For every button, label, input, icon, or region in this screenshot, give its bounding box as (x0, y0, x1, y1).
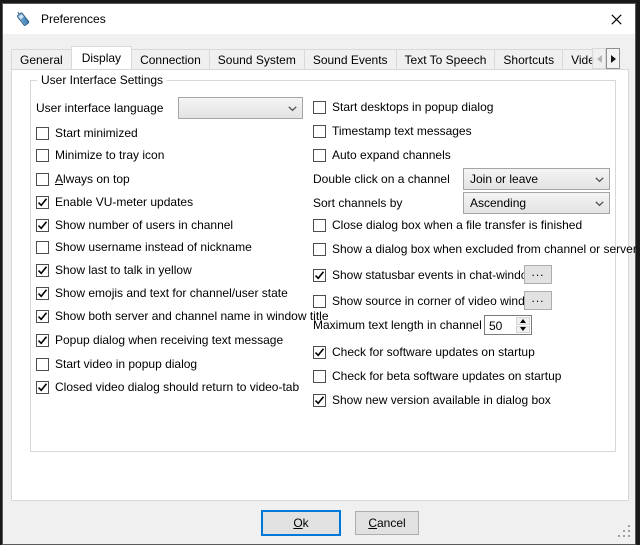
chevron-down-icon (595, 201, 604, 207)
label-auto-expand-channels: Auto expand channels (332, 148, 451, 162)
label-show-statusbar-events-in-chat-window: Show statusbar events in chat-window (332, 268, 536, 282)
tab-panel-display: User Interface Settings User interface l… (11, 69, 629, 501)
tab-sound-events[interactable]: Sound Events (304, 49, 397, 69)
label-check-for-software-updates-on-startup: Check for software updates on startup (332, 345, 535, 359)
tab-scroll-right-button[interactable] (606, 48, 620, 69)
tab-shortcuts[interactable]: Shortcuts (494, 49, 563, 69)
row-maximum-text-length-in-channel-list: Maximum text length in channel list50 (313, 314, 617, 336)
row-double-click-on-a-channel: Double click on a channel Join or leave (313, 168, 617, 190)
checkbox-check-for-beta-software-updates-on-startup[interactable] (313, 370, 326, 383)
spin-up-button[interactable] (516, 317, 530, 325)
checkbox-row-timestamp-text-messages[interactable]: Timestamp text messages (313, 120, 617, 142)
checkbox-show-statusbar-events-in-chat-window[interactable] (313, 269, 326, 282)
titlebar: Preferences (3, 4, 635, 34)
label-double-click-on-a-channel: Double click on a channel (313, 172, 450, 186)
checkbox-show-new-version-available-in-dialog-box[interactable] (313, 394, 326, 407)
arrow-up-icon (520, 319, 526, 323)
checkbox-start-desktops-in-popup-dialog[interactable] (313, 101, 326, 114)
window-title: Preferences (41, 12, 106, 26)
label-timestamp-text-messages: Timestamp text messages (332, 124, 472, 138)
label-sort-channels-by: Sort channels by (313, 196, 402, 210)
arrow-down-icon (520, 327, 526, 331)
checkmark-icon (314, 270, 325, 281)
checkbox-row-show-new-version-available-in-dialog-box[interactable]: Show new version available in dialog box (313, 389, 617, 411)
checkbox-timestamp-text-messages[interactable] (313, 125, 326, 138)
tab-video[interactable]: Video (562, 49, 594, 69)
label-show-a-dialog-box-when-excluded-from-channel-or-server: Show a dialog box when excluded from cha… (332, 242, 637, 256)
tab-scroll-left-button[interactable] (592, 48, 606, 69)
tab-text-to-speech[interactable]: Text To Speech (396, 49, 496, 69)
chevron-left-icon (597, 55, 602, 63)
chevron-right-icon (611, 55, 616, 63)
checkbox-row-auto-expand-channels[interactable]: Auto expand channels (313, 144, 617, 166)
checkbox-row-check-for-beta-software-updates-on-startup[interactable]: Check for beta software updates on start… (313, 365, 617, 387)
cancel-button[interactable]: Cancel (355, 511, 419, 535)
app-icon (14, 10, 32, 28)
tab-connection[interactable]: Connection (131, 49, 210, 69)
checkbox-show-a-dialog-box-when-excluded-from-channel-or-server[interactable] (313, 243, 326, 256)
resize-grip[interactable] (616, 523, 630, 537)
checkbox-auto-expand-channels[interactable] (313, 149, 326, 162)
label-show-new-version-available-in-dialog-box: Show new version available in dialog box (332, 393, 551, 407)
checkbox-row-close-dialog-box-when-a-file-transfer-is-finished[interactable]: Close dialog box when a file transfer is… (313, 214, 617, 236)
checkmark-icon (314, 395, 325, 406)
combo-sort-channels-by[interactable]: Ascending (463, 192, 610, 214)
checkbox-check-for-software-updates-on-startup[interactable] (313, 346, 326, 359)
label-check-for-beta-software-updates-on-startup: Check for beta software updates on start… (332, 369, 561, 383)
combo-value-double-click-on-a-channel: Join or leave (470, 172, 538, 186)
label-show-source-in-corner-of-video-window: Show source in corner of video window (332, 294, 540, 308)
tab-display[interactable]: Display (71, 46, 132, 69)
chevron-down-icon (595, 177, 604, 183)
label-maximum-text-length-in-channel-list: Maximum text length in channel list (313, 318, 500, 332)
spin-down-button[interactable] (516, 326, 530, 334)
tab-bar: GeneralDisplayConnectionSound SystemSoun… (11, 46, 594, 69)
spinbox-maximum-text-length-in-channel-list[interactable]: 50 (484, 315, 532, 335)
checkbox-row-check-for-software-updates-on-startup[interactable]: Check for software updates on startup (313, 341, 617, 363)
spin-value[interactable]: 50 (485, 316, 515, 334)
checkbox-show-source-in-corner-of-video-window[interactable] (313, 295, 326, 308)
combo-value-sort-channels-by: Ascending (470, 196, 526, 210)
tab-general[interactable]: General (11, 49, 72, 69)
right-column: Start desktops in popup dialog Timestamp … (31, 81, 615, 451)
preferences-window: Preferences GeneralDisplayConnectionSoun… (2, 3, 636, 545)
checkbox-row-show-statusbar-events-in-chat-window[interactable]: Show statusbar events in chat-window... (313, 264, 617, 286)
show-source-in-corner-of-video-window-ellipsis-button[interactable]: ... (524, 291, 552, 310)
ok-button[interactable]: Ok (261, 510, 341, 536)
show-statusbar-events-in-chat-window-ellipsis-button[interactable]: ... (524, 265, 552, 284)
checkbox-close-dialog-box-when-a-file-transfer-is-finished[interactable] (313, 219, 326, 232)
close-icon (611, 14, 622, 25)
checkbox-row-show-source-in-corner-of-video-window[interactable]: Show source in corner of video window... (313, 290, 617, 312)
label-start-desktops-in-popup-dialog: Start desktops in popup dialog (332, 100, 493, 114)
label-close-dialog-box-when-a-file-transfer-is-finished: Close dialog box when a file transfer is… (332, 218, 582, 232)
group-user-interface-settings: User Interface Settings User interface l… (30, 80, 616, 452)
checkbox-row-show-a-dialog-box-when-excluded-from-channel-or-server[interactable]: Show a dialog box when excluded from cha… (313, 238, 617, 260)
close-button[interactable] (600, 4, 632, 34)
checkmark-icon (314, 347, 325, 358)
combo-double-click-on-a-channel[interactable]: Join or leave (463, 168, 610, 190)
group-title: User Interface Settings (37, 73, 167, 87)
row-sort-channels-by: Sort channels by Ascending (313, 192, 617, 214)
tab-sound-system[interactable]: Sound System (209, 49, 305, 69)
spinner-buttons (515, 316, 531, 334)
checkbox-row-start-desktops-in-popup-dialog[interactable]: Start desktops in popup dialog (313, 96, 617, 118)
